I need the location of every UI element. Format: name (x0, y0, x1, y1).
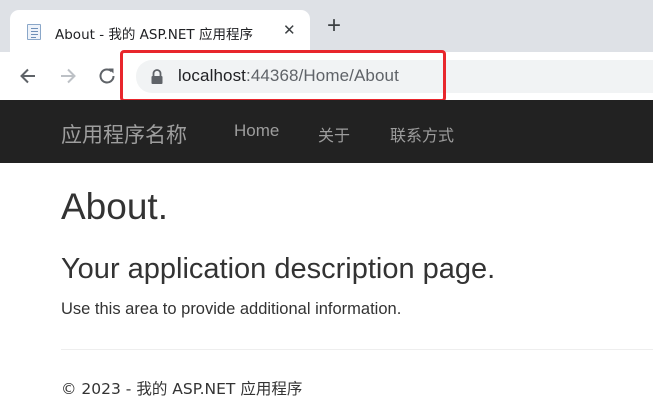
nav-link-home[interactable]: Home (234, 121, 279, 141)
page-subtitle: Your application description page. (61, 253, 496, 285)
site-navbar: 应用程序名称 Home 关于 联系方式 (0, 100, 653, 163)
nav-link-contact[interactable]: 联系方式 (390, 122, 454, 146)
close-tab-icon[interactable]: ✕ (283, 21, 296, 39)
forward-arrow-icon[interactable] (57, 65, 79, 87)
reload-icon[interactable] (96, 65, 118, 87)
tab-title: About - 我的 ASP.NET 应用程序 (55, 27, 253, 43)
page-title: About. (61, 186, 168, 227)
footer-divider (61, 349, 653, 350)
new-tab-button[interactable]: + (327, 14, 341, 38)
back-arrow-icon[interactable] (17, 65, 39, 87)
page-body-text: Use this area to provide additional info… (61, 300, 402, 318)
page-icon (27, 24, 41, 40)
address-highlight-box (120, 50, 446, 102)
nav-link-about[interactable]: 关于 (318, 122, 350, 146)
footer-text: © 2023 - 我的 ASP.NET 应用程序 (61, 380, 303, 398)
site-brand[interactable]: 应用程序名称 (61, 119, 187, 149)
tab-strip: About - 我的 ASP.NET 应用程序 ✕ + (0, 0, 653, 52)
browser-tab[interactable]: About - 我的 ASP.NET 应用程序 ✕ (10, 10, 310, 52)
